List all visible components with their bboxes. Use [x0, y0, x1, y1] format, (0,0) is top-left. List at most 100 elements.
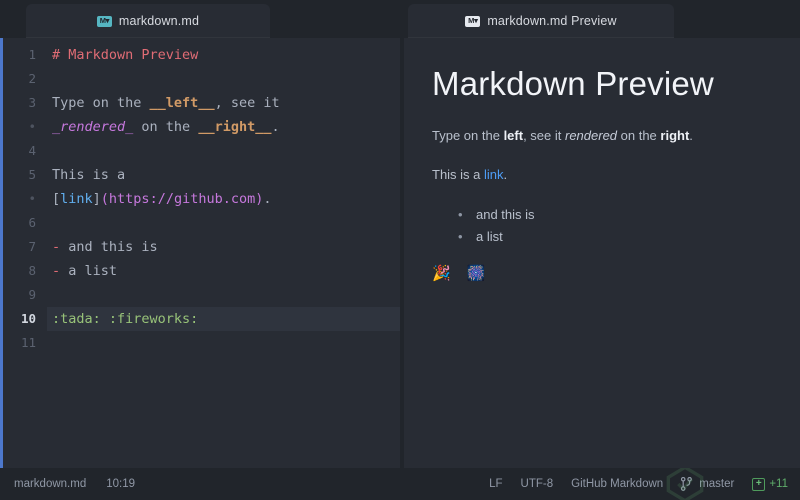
tab-markdown-md-preview[interactable]: M▾ markdown.md Preview [408, 4, 674, 38]
code-token: link [60, 191, 93, 207]
preview-text: right [660, 127, 690, 143]
branch-name: master [699, 478, 735, 490]
code-line-content [47, 139, 400, 163]
tab-markdown-md[interactable]: M▾ markdown.md [26, 4, 270, 38]
code-line[interactable]: 3 Type on the __left__, see it [3, 91, 400, 115]
preview-text: Type on the [432, 127, 504, 143]
code-line[interactable]: • _rendered_ on the __right__. [3, 115, 400, 139]
code-token: This is a [52, 167, 126, 183]
code-line[interactable]: • [link](https://github.com). [3, 187, 400, 211]
preview-text: on the [617, 127, 661, 143]
code-token: :tada: :fireworks: [52, 311, 199, 327]
code-token: on the [133, 119, 199, 135]
list-item: and this is [458, 204, 772, 226]
preview-heading: Markdown Preview [432, 65, 714, 102]
code-editor[interactable]: 1 # Markdown Preview 2 3 Type on the __left_… [0, 38, 400, 468]
editor-tab-bar: M▾ markdown.md [0, 0, 400, 38]
rendered-markdown[interactable]: Markdown Preview Type on the left, see i… [404, 38, 800, 468]
code-line-content: [link](https://github.com). [47, 187, 400, 211]
code-line[interactable]: 8 - a list [3, 259, 400, 283]
code-token: . [263, 191, 272, 207]
code-line[interactable]: 9 [3, 283, 400, 307]
code-token: - [52, 239, 69, 255]
code-token: and this is [68, 239, 158, 255]
preview-text: . [689, 127, 693, 143]
code-line-content: _rendered_ on the __right__. [47, 115, 400, 139]
code-token: __left__ [149, 95, 215, 111]
code-line-content [47, 283, 400, 307]
preview-text: , see it [523, 127, 565, 143]
line-number: 5 [28, 167, 36, 182]
diff-added-count: +11 [769, 478, 788, 490]
code-token: a list [68, 263, 118, 279]
code-line[interactable]: 7 - and this is [3, 235, 400, 259]
plus-box-icon: + [752, 477, 766, 491]
preview-text: rendered [564, 127, 618, 143]
line-number: 2 [28, 71, 36, 86]
status-cursor-position[interactable]: 10:19 [106, 478, 135, 490]
code-token: . [271, 119, 280, 135]
tab-label: markdown.md [118, 14, 200, 28]
line-number: 4 [28, 143, 36, 158]
preview-text: . [503, 166, 508, 182]
code-token: Type on the [52, 95, 150, 111]
line-number: 6 [28, 215, 36, 230]
git-branch-icon [681, 477, 693, 491]
code-line[interactable]: 2 [3, 67, 400, 91]
markdown-icon: M▾ [465, 15, 481, 27]
preview-emoji: 🎉 🎆 [432, 265, 492, 283]
line-number: 9 [28, 287, 36, 302]
line-number: 11 [20, 335, 36, 350]
status-bar-left: markdown.md 10:19 [0, 478, 135, 490]
preview-tab-bar: M▾ markdown.md Preview [404, 0, 800, 38]
status-bar: markdown.md 10:19 LF UTF-8 GitHub Markdo… [0, 468, 800, 500]
code-line[interactable]: 10 :tada: :fireworks: [3, 307, 400, 331]
preview-pane: M▾ markdown.md Preview Markdown Preview … [404, 0, 800, 468]
line-number: 3 [28, 95, 36, 110]
code-line-content [47, 67, 400, 91]
preview-text: This is a [432, 166, 485, 182]
preview-list: and this isa list [458, 204, 772, 248]
preview-paragraph-2: This is a link. [432, 165, 772, 185]
code-token: , see it [214, 95, 280, 111]
code-line-content: This is a [47, 163, 400, 187]
line-number: • [28, 119, 36, 134]
status-diff-added[interactable]: + +11 [752, 477, 788, 491]
code-token: - [52, 263, 69, 279]
preview-text: left [503, 127, 524, 143]
code-lines: 1 # Markdown Preview 2 3 Type on the __left_… [3, 38, 400, 355]
code-line-content: - and this is [47, 235, 400, 259]
code-line[interactable]: 5 This is a [3, 163, 400, 187]
code-line-content: Type on the __left__, see it [47, 91, 400, 115]
code-line[interactable]: 6 [3, 211, 400, 235]
markdown-icon: M▾ [96, 15, 112, 27]
code-line-content [47, 331, 400, 355]
preview-paragraph-1: Type on the left, see it rendered on the… [432, 126, 772, 146]
line-number: 10 [20, 311, 36, 326]
status-line-ending[interactable]: LF [489, 478, 502, 490]
editor-window: M▾ markdown.md 1 # Markdown Preview 2 3 Type… [0, 0, 800, 500]
code-line[interactable]: 11 [3, 331, 400, 355]
status-filename[interactable]: markdown.md [14, 478, 86, 490]
code-line-content [47, 211, 400, 235]
code-token: __right__ [198, 119, 272, 135]
code-line-content: # Markdown Preview [47, 43, 400, 67]
preview-link[interactable]: link [484, 167, 504, 182]
status-grammar[interactable]: GitHub Markdown [571, 478, 663, 490]
code-token: ] [92, 191, 101, 207]
code-line[interactable]: 1 # Markdown Preview [3, 43, 400, 67]
list-item: a list [458, 226, 772, 248]
code-token: # Markdown Preview [52, 47, 199, 63]
code-token: [ [52, 191, 61, 207]
line-number: 1 [28, 47, 36, 62]
code-token: (https://github.com) [100, 191, 264, 207]
status-git-branch[interactable]: master [681, 477, 734, 491]
tab-label: markdown.md Preview [487, 14, 617, 28]
editor-pane: M▾ markdown.md 1 # Markdown Preview 2 3 Type… [0, 0, 400, 468]
status-bar-right: LF UTF-8 GitHub Markdown master + +11 [489, 477, 800, 491]
code-line[interactable]: 4 [3, 139, 400, 163]
status-encoding[interactable]: UTF-8 [521, 478, 554, 490]
code-line-content: :tada: :fireworks: [47, 307, 400, 331]
line-number: • [28, 191, 36, 206]
code-line-content: - a list [47, 259, 400, 283]
